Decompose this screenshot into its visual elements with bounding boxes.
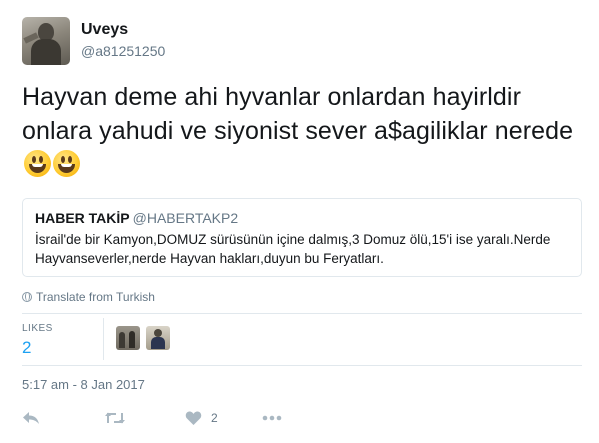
liker-avatar[interactable] <box>116 326 140 350</box>
translate-label: Translate from Turkish <box>36 290 155 304</box>
more-button[interactable] <box>262 406 282 430</box>
stats-separator <box>103 318 104 360</box>
reply-button[interactable] <box>22 406 40 430</box>
like-button[interactable]: 2 <box>185 406 218 430</box>
divider <box>22 365 582 366</box>
translate-link[interactable]: Translate from Turkish <box>22 290 155 304</box>
heart-icon <box>185 411 202 425</box>
divider <box>22 313 582 314</box>
quoted-tweet-header: HABER TAKİP @HABERTAKP2 <box>35 210 569 226</box>
tweet-text: Hayvan deme ahi hyvanlar onlardan hayirl… <box>22 80 582 182</box>
globe-icon <box>22 292 32 302</box>
user-avatar[interactable] <box>22 17 70 65</box>
liker-avatar[interactable] <box>146 326 170 350</box>
tweet-actions: 2 <box>22 406 422 430</box>
display-name[interactable]: Uveys <box>81 21 128 39</box>
retweet-icon <box>105 412 125 424</box>
retweet-button[interactable] <box>104 406 126 430</box>
tweet-text-body: Hayvan deme ahi hyvanlar onlardan hayirl… <box>22 83 574 145</box>
quoted-tweet-text: İsrail'de bir Kamyon,DOMUZ sürüsünün içi… <box>35 232 551 266</box>
tweet-timestamp[interactable]: 5:17 am - 8 Jan 2017 <box>22 377 145 392</box>
screen-name[interactable]: @a81251250 <box>81 43 165 59</box>
quoted-tweet-card[interactable]: HABER TAKİP @HABERTAKP2 İsrail'de bir Kam… <box>22 198 582 277</box>
quoted-tweet-handle: @HABERTAKP2 <box>132 210 239 226</box>
grinning-face-emoji <box>53 150 80 177</box>
likes-count[interactable]: 2 <box>22 338 31 358</box>
quoted-tweet-name: HABER TAKİP <box>35 210 130 226</box>
reply-icon <box>23 412 39 424</box>
grinning-face-emoji <box>24 150 51 177</box>
like-count: 2 <box>211 411 218 425</box>
more-icon <box>262 415 282 421</box>
likes-label: LIKES <box>22 323 53 334</box>
